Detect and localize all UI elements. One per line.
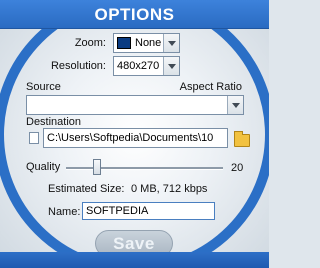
resolution-value: 480x270 bbox=[117, 60, 160, 72]
name-label: Name: bbox=[48, 206, 81, 218]
estimated-size-value: 0 MB, 712 kbps bbox=[131, 183, 208, 195]
chevron-down-icon[interactable] bbox=[163, 34, 179, 52]
quality-slider-track[interactable] bbox=[66, 167, 223, 170]
destination-input[interactable]: C:\Users\Softpedia\Documents\10 bbox=[43, 128, 228, 148]
source-label: Source bbox=[26, 81, 61, 93]
resolution-label: Resolution: bbox=[50, 60, 106, 72]
zoom-color-swatch bbox=[117, 37, 131, 49]
title-bar[interactable]: OPTIONS bbox=[0, 0, 269, 29]
estimated-size-label: Estimated Size: bbox=[48, 183, 125, 195]
destination-label: Destination bbox=[26, 116, 82, 128]
resolution-select[interactable]: 480x270 bbox=[113, 56, 180, 76]
source-select[interactable] bbox=[26, 95, 244, 115]
aspect-ratio-label: Aspect Ratio bbox=[179, 81, 242, 93]
zoom-select[interactable]: None bbox=[113, 33, 180, 53]
quality-value: 20 bbox=[231, 162, 244, 174]
quality-label: Quality bbox=[26, 161, 61, 173]
document-icon bbox=[29, 132, 39, 144]
bottom-bar bbox=[0, 252, 269, 268]
chevron-down-icon[interactable] bbox=[163, 57, 179, 75]
zoom-label: Zoom: bbox=[74, 37, 106, 49]
options-window: OPTIONS Zoom: None Resolution: 480x270 S… bbox=[0, 0, 269, 268]
chevron-down-icon[interactable] bbox=[227, 96, 243, 114]
quality-slider-thumb[interactable] bbox=[93, 159, 101, 175]
name-value: SOFTPEDIA bbox=[86, 205, 149, 217]
folder-icon[interactable] bbox=[234, 131, 250, 147]
window-title: OPTIONS bbox=[94, 5, 175, 24]
zoom-value: None bbox=[135, 37, 162, 49]
name-field[interactable]: SOFTPEDIA bbox=[82, 202, 215, 220]
destination-value: C:\Users\Softpedia\Documents\10 bbox=[47, 132, 214, 144]
